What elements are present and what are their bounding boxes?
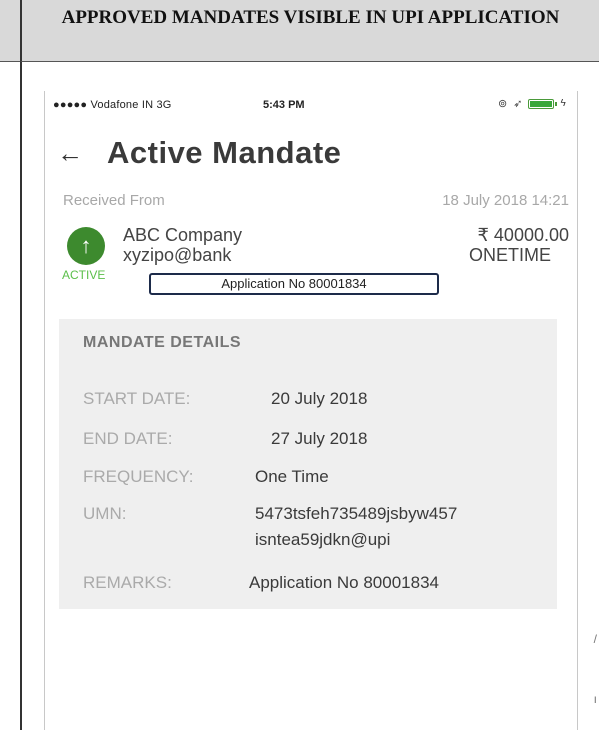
remarks-value: Application No 80001834 — [249, 573, 439, 592]
app-bar: ← Active Mandate — [57, 133, 341, 173]
status-icons: ⊚ ➶ ϟ — [498, 97, 566, 110]
mandate-type: ONETIME — [468, 245, 551, 265]
page-title: Active Mandate — [107, 135, 342, 170]
location-icon: ➶ — [513, 98, 523, 110]
start-date-label: START DATE: — [83, 389, 191, 408]
table-left-header-cell — [0, 0, 20, 62]
payee-vpa: xyzipo@bank — [123, 245, 232, 265]
end-date-label: END DATE: — [83, 429, 173, 448]
umn-label: UMN: — [83, 504, 127, 523]
received-from-label: Received From — [63, 192, 165, 209]
status-bar: ●●●●● Vodafone IN 3G 5:43 PM ⊚ ➶ ϟ — [45, 91, 577, 117]
payee-name: ABC Company — [123, 225, 243, 245]
arrow-up-icon: ↑ — [80, 233, 92, 258]
phone-screenshot: ●●●●● Vodafone IN 3G 5:43 PM ⊚ ➶ ϟ ← Act… — [44, 91, 578, 730]
application-number-text: Application No 80001834 — [221, 276, 367, 291]
carrier-label: ●●●●● Vodafone IN 3G — [53, 99, 172, 111]
received-date: 18 July 2018 14:21 — [442, 192, 569, 209]
charging-icon: ϟ — [560, 98, 566, 109]
section-header: APPROVED MANDATES VISIBLE IN UPI APPLICA… — [20, 0, 599, 62]
umn-value-line2: isntea59jdkn@upi — [255, 530, 391, 549]
margin-mark: / — [593, 632, 597, 646]
start-date-value: 20 July 2018 — [271, 389, 368, 408]
mandate-details-panel: MANDATE DETAILS START DATE: 20 July 2018… — [59, 319, 557, 609]
umn-value-line1: 5473tsfeh735489jsbyw457 — [255, 504, 458, 523]
alarm-icon: ⊚ — [498, 98, 508, 110]
frequency-label: FREQUENCY: — [83, 467, 194, 486]
battery-icon — [528, 98, 558, 109]
frequency-value: One Time — [255, 467, 329, 486]
table-divider — [20, 62, 22, 730]
details-heading: MANDATE DETAILS — [83, 334, 242, 351]
application-number-callout: Application No 80001834 — [149, 273, 439, 295]
section-header-title: APPROVED MANDATES VISIBLE IN UPI APPLICA… — [61, 7, 560, 28]
table-left-cell — [0, 62, 20, 730]
mandate-status-icon: ↑ — [67, 227, 105, 265]
margin-mark: ı — [593, 692, 597, 706]
back-arrow-icon[interactable]: ← — [57, 138, 93, 169]
status-badge: ACTIVE — [62, 268, 106, 282]
status-time: 5:43 PM — [263, 99, 305, 111]
battery-level — [530, 100, 553, 107]
end-date-value: 27 July 2018 — [271, 429, 368, 448]
mandate-amount: ₹ 40000.00 — [477, 225, 569, 245]
remarks-label: REMARKS: — [83, 573, 172, 592]
